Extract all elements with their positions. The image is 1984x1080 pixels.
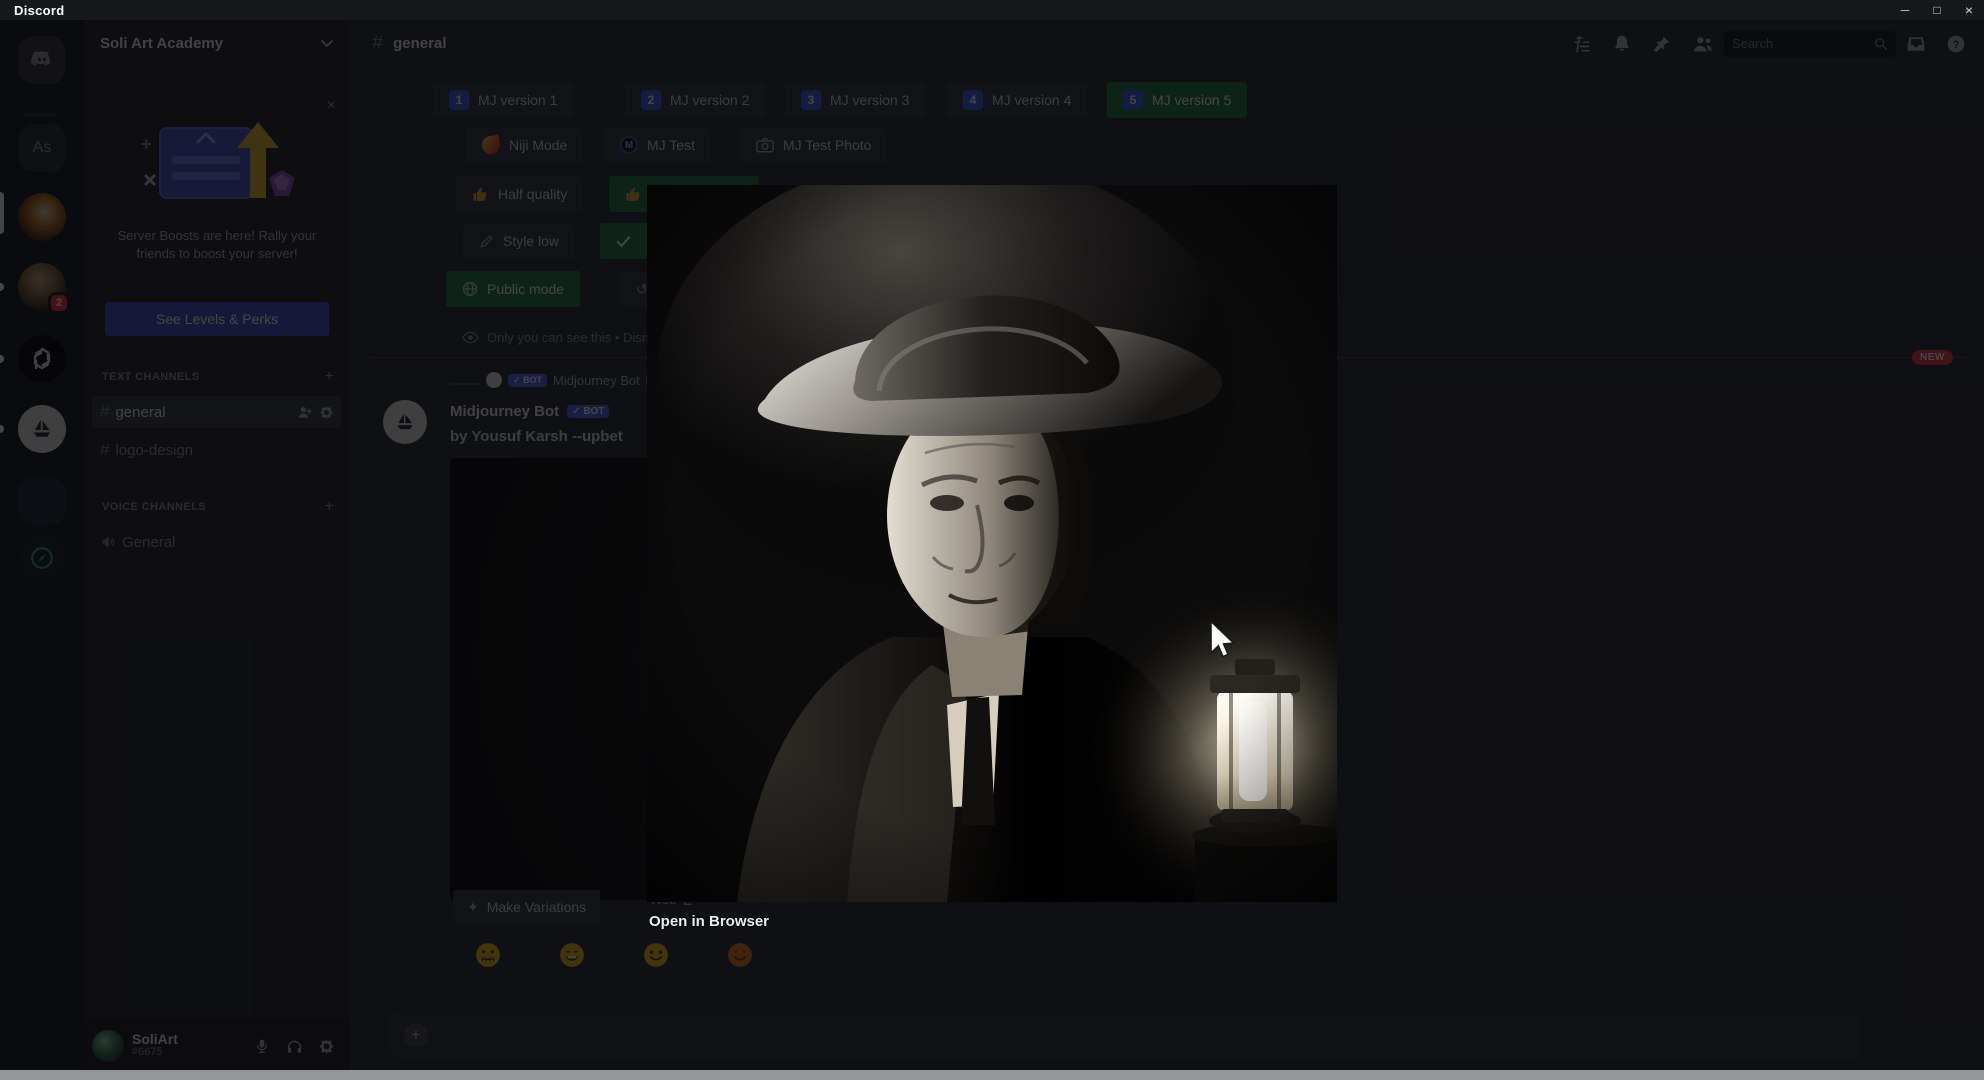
close-icon[interactable]: × [1954, 0, 1984, 20]
minimize-icon[interactable]: ─ [1890, 0, 1920, 20]
lightbox-image[interactable] [647, 185, 1337, 902]
maximize-icon[interactable]: □ [1922, 0, 1952, 20]
window-titlebar: Discord ─ □ × [0, 0, 1984, 20]
window-title: Discord [14, 2, 65, 18]
discord-app-window: As 2 [0, 0, 1984, 1080]
bottom-strip [0, 1070, 1984, 1080]
image-lightbox: Open in Browser [647, 185, 1337, 955]
open-in-browser-link[interactable]: Open in Browser [649, 913, 769, 930]
